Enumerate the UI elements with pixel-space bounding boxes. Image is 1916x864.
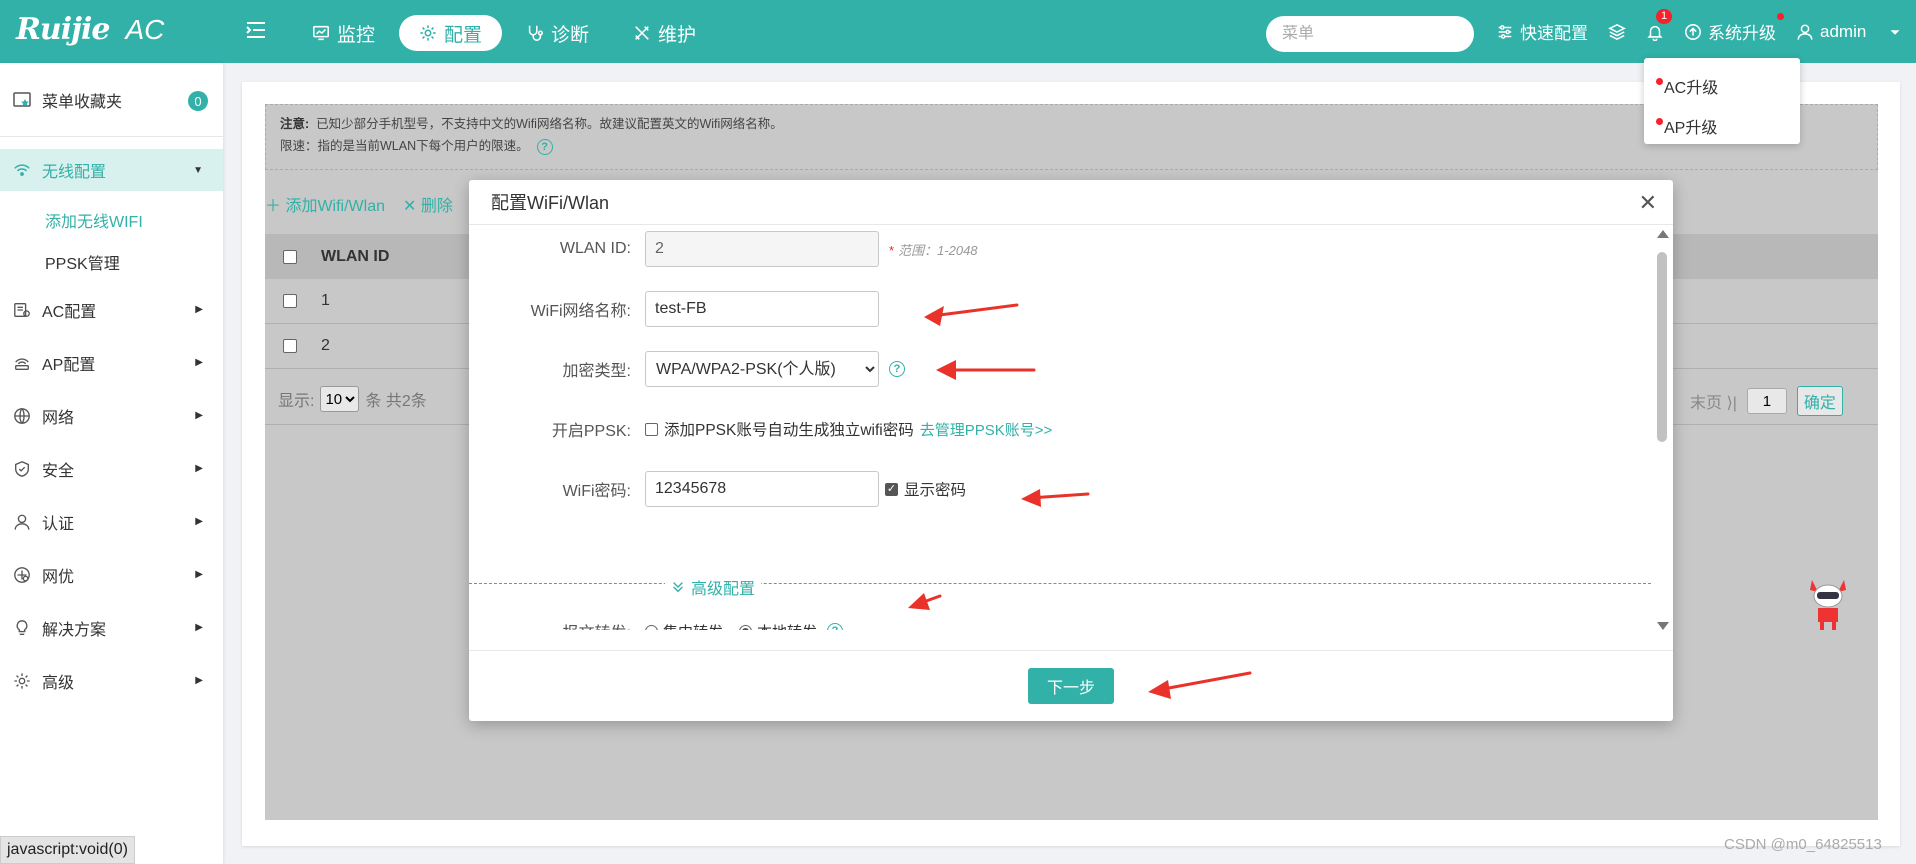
ac-upgrade-item[interactable]: AC升级 [1644,66,1800,106]
annotation-arrow-head [1021,489,1041,507]
upgrade-dropdown: AC升级 AP升级 [1644,58,1800,144]
annotation-arrow [930,303,1019,318]
annotation-arrow-head [908,593,930,610]
annotation-arrow [1156,671,1252,692]
ap-upgrade-item[interactable]: AP升级 [1644,106,1800,146]
annotation-arrow-head [924,306,944,326]
annotation-arrow-head [1148,680,1171,699]
annotation-arrows [908,303,1252,699]
status-bar-url: javascript:void(0) [0,836,135,864]
annotation-arrow-head [936,360,956,380]
